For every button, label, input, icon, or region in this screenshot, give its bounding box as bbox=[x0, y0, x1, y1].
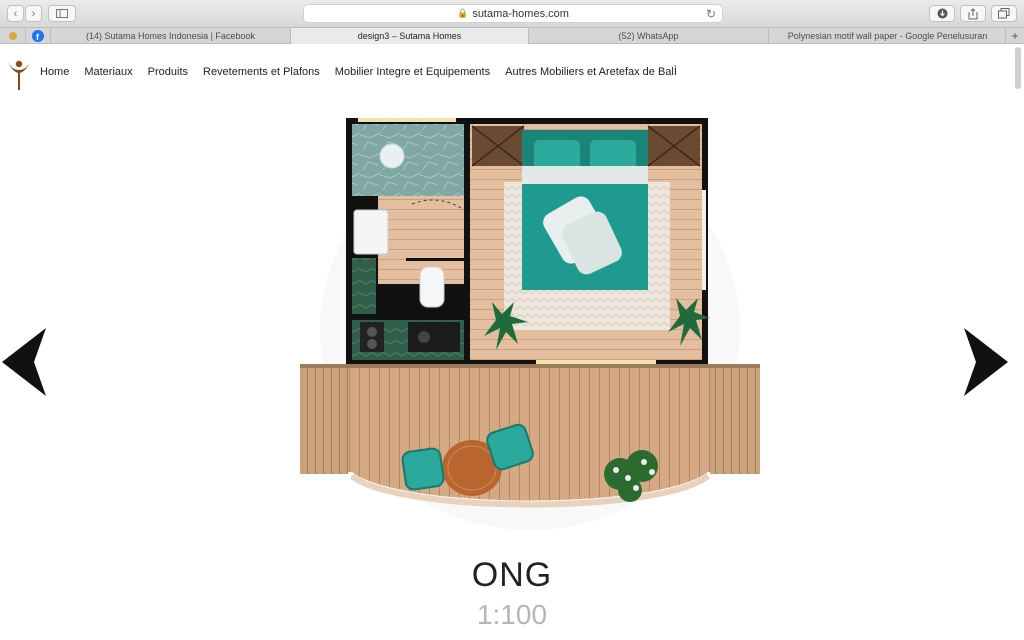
chevron-right-icon: › bbox=[31, 7, 36, 20]
nav-materiaux[interactable]: Materiaux bbox=[84, 66, 132, 78]
reload-icon[interactable]: ↻ bbox=[706, 7, 716, 21]
address-bar[interactable]: 🔒 sutama-homes.com ↻ bbox=[303, 4, 723, 23]
tabs-overview-button[interactable] bbox=[991, 5, 1017, 22]
next-arrow-icon[interactable] bbox=[962, 326, 1010, 398]
nav-home[interactable]: Home bbox=[40, 66, 69, 78]
downloads-button[interactable] bbox=[929, 5, 955, 22]
url-text: sutama-homes.com bbox=[472, 7, 569, 20]
design-name: ONG bbox=[471, 556, 553, 594]
forward-button[interactable]: › bbox=[25, 5, 42, 22]
sidebar-icon bbox=[56, 9, 68, 18]
tab-facebook[interactable]: (14) Sutama Homes Indonesia | Facebook bbox=[50, 28, 290, 44]
nav-revetements[interactable]: Revetements et Plafons bbox=[203, 66, 320, 78]
new-tab-button[interactable]: + bbox=[1005, 28, 1024, 44]
share-button[interactable] bbox=[960, 5, 986, 22]
back-button[interactable]: ‹ bbox=[7, 5, 24, 22]
scrollbar[interactable] bbox=[1015, 47, 1021, 89]
nav-produits[interactable]: Produits bbox=[148, 66, 188, 78]
sidebar-button[interactable] bbox=[48, 5, 76, 22]
pinned-tab-facebook[interactable]: f bbox=[25, 28, 50, 44]
tabs-icon bbox=[998, 8, 1010, 19]
chevron-left-icon: ‹ bbox=[13, 7, 18, 20]
share-icon bbox=[968, 7, 978, 19]
nav-autres[interactable]: Autres Mobiliers et Aretefax de BalÌ bbox=[505, 66, 677, 78]
main-nav: Home Materiaux Produits Revetements et P… bbox=[40, 66, 692, 78]
nav-mobilier[interactable]: Mobilier Integre et Equipements bbox=[335, 66, 490, 78]
browser-toolbar: ‹ › 🔒 sutama-homes.com ↻ bbox=[0, 0, 1024, 27]
prev-arrow-icon[interactable] bbox=[0, 326, 48, 398]
design-scale: 1:100 bbox=[476, 599, 548, 630]
tab-google[interactable]: Polynesian motif wall paper - Google Pen… bbox=[768, 28, 1006, 44]
sutama-logo[interactable] bbox=[6, 56, 32, 92]
lock-icon: 🔒 bbox=[457, 8, 469, 18]
sun-favicon-icon bbox=[8, 32, 17, 40]
tab-design3[interactable]: design3 – Sutama Homes bbox=[290, 28, 528, 44]
tab-bar: f (14) Sutama Homes Indonesia | Facebook… bbox=[0, 27, 1024, 44]
floor-plan-image bbox=[300, 118, 760, 530]
download-icon bbox=[937, 8, 947, 19]
facebook-icon: f bbox=[32, 30, 44, 42]
tab-whatsapp[interactable]: (52) WhatsApp bbox=[528, 28, 768, 44]
pinned-tab[interactable] bbox=[0, 28, 25, 44]
